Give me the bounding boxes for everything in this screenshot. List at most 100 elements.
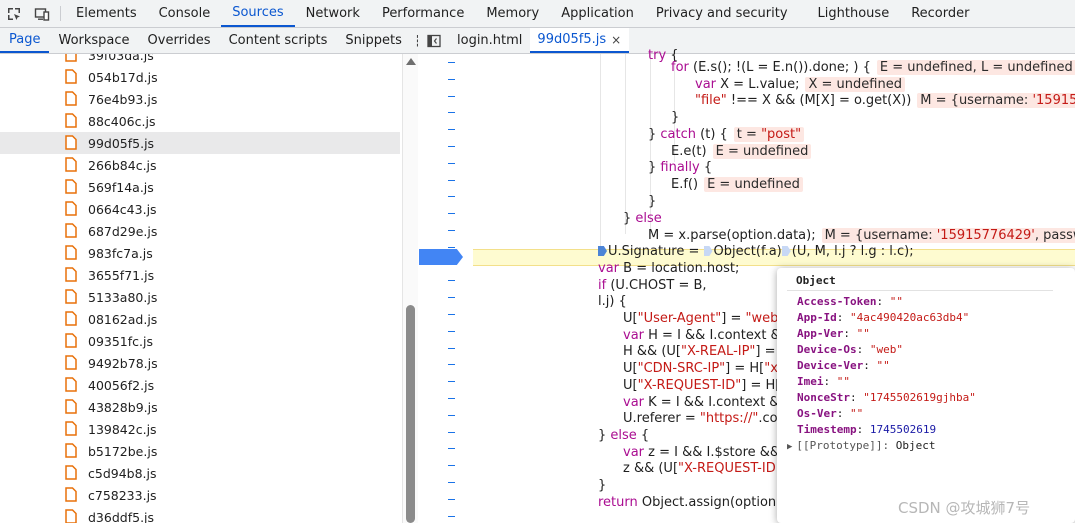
gutter-line-marker[interactable]: [448, 112, 455, 114]
prototype-row[interactable]: ▶ [[Prototype]]: Object: [787, 439, 936, 452]
code-line[interactable]: z && (U["X-REQUEST-ID"] =: [623, 461, 802, 477]
tab-application[interactable]: Application: [550, 0, 645, 27]
gutter-line-marker[interactable]: [448, 498, 455, 500]
file-tree-item[interactable]: 687d29e.js: [0, 220, 400, 242]
gutter-line-marker[interactable]: [448, 146, 455, 147]
file-tree-item[interactable]: 99d05f5.js: [0, 132, 400, 154]
navigator-tab-content-scripts[interactable]: Content scripts: [220, 28, 337, 53]
popover-property-row[interactable]: App-Ver: "": [797, 327, 870, 340]
code-line[interactable]: var z = I && I.$store &&: [623, 445, 780, 461]
gutter-line-marker[interactable]: [448, 179, 455, 181]
code-line[interactable]: var H = I && I.context &&: [623, 328, 791, 344]
code-line[interactable]: var K = I && I.context &&: [623, 395, 790, 411]
code-line[interactable]: } catch (t) {t = "post": [648, 127, 805, 143]
file-tree-item[interactable]: 569f14a.js: [0, 176, 400, 198]
code-line[interactable]: H && (U["X-REAL-IP"] = H[: [623, 344, 795, 360]
popover-property-row[interactable]: Timestemp: 1745502619: [797, 423, 936, 436]
gutter-line-marker[interactable]: [448, 78, 455, 80]
file-tree-item[interactable]: 76e4b93.js: [0, 88, 400, 110]
file-tree-item[interactable]: 39f03da.js: [0, 54, 400, 66]
editor-tab-active-file[interactable]: 99d05f5.js ×: [530, 28, 630, 53]
file-tree-item[interactable]: d36ddf5.js: [0, 506, 400, 523]
file-tree-item[interactable]: 5133a80.js: [0, 286, 400, 308]
tab-network[interactable]: Network: [295, 0, 371, 27]
gutter-line-marker[interactable]: [448, 95, 455, 97]
gutter-line-marker[interactable]: [448, 364, 455, 366]
gutter-line-marker[interactable]: [448, 448, 455, 450]
gutter-line-marker[interactable]: [448, 129, 455, 131]
gutter-line-marker[interactable]: [448, 515, 455, 517]
gutter-line-marker[interactable]: [448, 465, 455, 467]
file-tree-item[interactable]: c758233.js: [0, 484, 400, 506]
gutter-line-marker[interactable]: [448, 196, 455, 198]
file-tree-item[interactable]: 08162ad.js: [0, 308, 400, 330]
scrollbar-thumb[interactable]: [406, 305, 415, 523]
file-tree-item[interactable]: 3655f71.js: [0, 264, 400, 286]
gutter-line-marker[interactable]: [448, 414, 455, 416]
gutter-line-marker[interactable]: [448, 347, 455, 349]
gutter-line-marker[interactable]: [448, 482, 455, 483]
tab-performance[interactable]: Performance: [371, 0, 475, 27]
code-line[interactable]: U.Signature = Object(f.a) (U, M, l.j ? l.…: [598, 244, 914, 260]
gutter-line-marker[interactable]: [448, 213, 455, 215]
file-tree-item[interactable]: 9492b78.js: [0, 352, 400, 374]
file-tree-item[interactable]: 88c406c.js: [0, 110, 400, 132]
gutter-line-marker[interactable]: [448, 230, 455, 231]
gutter-line-marker[interactable]: [448, 314, 455, 315]
file-tree-item[interactable]: 139842c.js: [0, 418, 400, 440]
file-tree-item[interactable]: 09351fc.js: [0, 330, 400, 352]
code-line[interactable]: U["CDN-SRC-IP"] = H["x-re: [623, 361, 796, 377]
code-line[interactable]: }: [598, 478, 606, 494]
code-line[interactable]: if (U.CHOST = B,: [598, 278, 707, 294]
gutter-line-marker[interactable]: [448, 381, 455, 383]
code-line[interactable]: E.e(t) E = undefined: [671, 144, 812, 160]
tab-lighthouse[interactable]: Lighthouse: [807, 0, 901, 27]
code-line[interactable]: return Object.assign(option.h: [598, 495, 789, 511]
tab-memory[interactable]: Memory: [475, 0, 550, 27]
popover-property-row[interactable]: Imei: "": [797, 375, 850, 388]
file-tree-item[interactable]: 0664c43.js: [0, 198, 400, 220]
navigator-tab-workspace[interactable]: Workspace: [49, 28, 138, 53]
device-toolbar-button[interactable]: [28, 0, 56, 27]
gutter-line-marker[interactable]: [448, 431, 455, 433]
file-tree-item[interactable]: 983fc7a.js: [0, 242, 400, 264]
popover-property-row[interactable]: NonceStr: "1745502619gjhba": [797, 391, 976, 404]
file-tree-item[interactable]: b5172be.js: [0, 440, 400, 462]
code-line[interactable]: } else: [623, 211, 662, 227]
navigator-tab-snippets[interactable]: Snippets: [336, 28, 410, 53]
tab-sources[interactable]: Sources: [221, 0, 295, 27]
code-line[interactable]: var B = location.host;: [598, 261, 739, 277]
gutter-line-marker[interactable]: [448, 162, 455, 164]
code-line[interactable]: } else {: [598, 428, 649, 444]
file-tree-item[interactable]: 054b17d.js: [0, 66, 400, 88]
code-line[interactable]: E.f() E = undefined: [671, 177, 803, 193]
inspect-element-button[interactable]: [0, 0, 28, 27]
code-line[interactable]: U.referer = "https://".co: [623, 411, 778, 427]
gutter-line-marker[interactable]: [448, 62, 455, 63]
breakpoint-marker-icon[interactable]: [419, 249, 463, 265]
tab-console[interactable]: Console: [148, 0, 222, 27]
code-line[interactable]: U["X-REQUEST-ID"] = H["x-: [623, 378, 799, 394]
code-line[interactable]: var X = L.value; X = undefined: [695, 77, 905, 93]
code-line[interactable]: for (E.s(); !(L = E.n()).done; ) {E = un…: [671, 60, 1075, 76]
gutter-line-marker[interactable]: [448, 280, 455, 282]
navigator-tab-page[interactable]: Page: [0, 28, 50, 53]
popover-property-row[interactable]: App-Id: "4ac490420ac63db4": [797, 311, 969, 324]
tab-elements[interactable]: Elements: [65, 0, 148, 27]
toggle-navigator-button[interactable]: [418, 28, 450, 53]
popover-property-row[interactable]: Device-Os: "web": [797, 343, 903, 356]
code-line[interactable]: }: [648, 194, 656, 210]
code-line[interactable]: M = x.parse(option.data); M = {username: …: [648, 228, 1075, 244]
expand-triangle-icon[interactable]: ▶: [787, 442, 792, 452]
file-tree-item[interactable]: 40056f2.js: [0, 374, 400, 396]
code-line[interactable]: }: [671, 110, 679, 126]
popover-property-row[interactable]: Access-Token: "": [797, 295, 903, 308]
close-tab-icon[interactable]: ×: [611, 33, 621, 47]
code-line[interactable]: "file" !== X && (M[X] = o.get(X)) M = {us…: [695, 93, 1075, 109]
file-tree-item[interactable]: c5d94b8.js: [0, 462, 400, 484]
scroll-up-arrow-icon[interactable]: [406, 58, 416, 65]
file-tree-scrollbar[interactable]: [402, 54, 418, 523]
gutter-line-marker[interactable]: [448, 246, 455, 248]
file-tree-item[interactable]: 43828b9.js: [0, 396, 400, 418]
file-tree-item[interactable]: 266b84c.js: [0, 154, 400, 176]
